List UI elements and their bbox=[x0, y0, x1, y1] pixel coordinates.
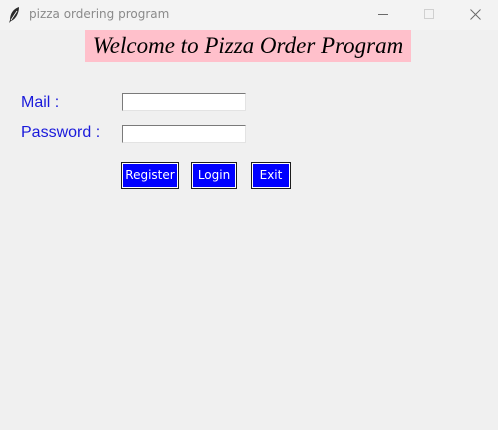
password-label: Password : bbox=[21, 124, 101, 141]
login-button[interactable]: Login bbox=[191, 162, 237, 189]
app-window: pizza ordering program Welcome to Pizza … bbox=[0, 0, 498, 430]
window-title: pizza ordering program bbox=[29, 7, 170, 21]
close-icon bbox=[470, 9, 481, 20]
mail-label: Mail : bbox=[21, 94, 60, 111]
mail-input[interactable] bbox=[122, 93, 246, 111]
title-bar[interactable]: pizza ordering program bbox=[0, 0, 498, 30]
exit-button[interactable]: Exit bbox=[251, 162, 291, 189]
maximize-button[interactable] bbox=[406, 0, 452, 30]
minimize-icon bbox=[378, 14, 388, 15]
welcome-banner: Welcome to Pizza Order Program bbox=[85, 30, 411, 62]
register-button[interactable]: Register bbox=[121, 162, 179, 189]
maximize-icon bbox=[424, 9, 434, 19]
password-input[interactable] bbox=[122, 125, 246, 143]
feather-icon bbox=[7, 6, 21, 24]
minimize-button[interactable] bbox=[360, 0, 406, 30]
close-button[interactable] bbox=[452, 0, 498, 30]
